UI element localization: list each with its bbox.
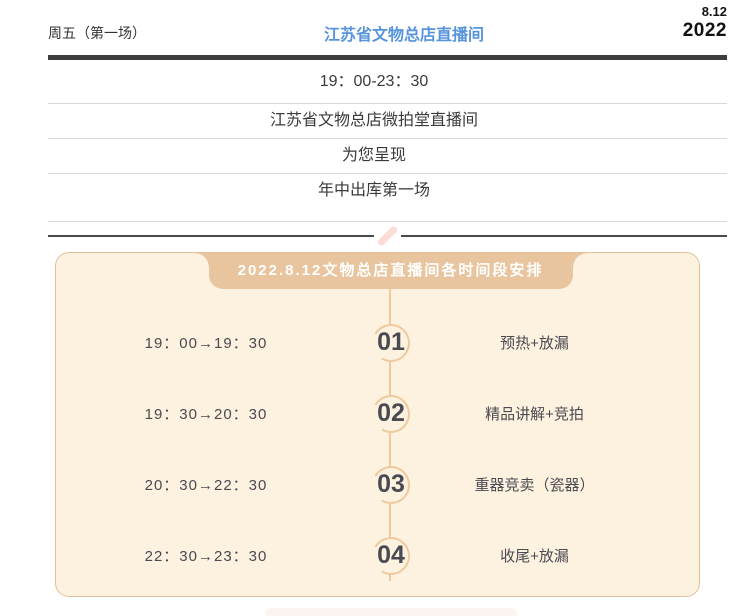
schedule-row: 20：30→22：30 03 重器竞卖（瓷器） <box>56 449 699 520</box>
row-label: 重器竞卖（瓷器） <box>426 474 699 495</box>
row-step: 03 <box>356 470 426 499</box>
date-month-day: 8.12 <box>683 5 727 20</box>
divider-segment-right <box>401 235 727 237</box>
row-time: 19：00→19：30 <box>56 332 356 353</box>
divider-slash-icon <box>377 225 399 247</box>
divider <box>48 221 727 222</box>
row-step: 01 <box>356 328 426 357</box>
intro-time-range: 19：00-23：30 <box>0 60 748 103</box>
row-time: 20：30→22：30 <box>56 474 356 495</box>
next-section-peek <box>265 608 517 616</box>
schedule-row: 22：30→23：30 04 收尾+放漏 <box>56 520 699 591</box>
slash-divider <box>48 224 727 248</box>
row-time: 22：30→23：30 <box>56 545 356 566</box>
header: 周五（第一场） 江苏省文物总店直播间 8.12 2022 <box>0 0 748 55</box>
row-index: 04 <box>377 541 405 570</box>
schedule-row: 19：30→20：30 02 精品讲解+竞拍 <box>56 378 699 449</box>
row-label: 精品讲解+竞拍 <box>426 403 699 424</box>
row-step: 02 <box>356 399 426 428</box>
schedule-card: 2022.8.12文物总店直播间各时间段安排 19：00→19：30 01 预热… <box>55 252 700 597</box>
date-year: 2022 <box>683 20 727 42</box>
row-step: 04 <box>356 541 426 570</box>
schedule-rows: 19：00→19：30 01 预热+放漏 19：30→20：30 02 精品讲解… <box>56 253 699 596</box>
row-label: 预热+放漏 <box>426 332 699 353</box>
row-label: 收尾+放漏 <box>426 545 699 566</box>
intro-event-name: 年中出库第一场 <box>0 174 748 208</box>
row-time: 19：30→20：30 <box>56 403 356 424</box>
intro-section: 19：00-23：30 江苏省文物总店微拍堂直播间 为您呈现 年中出库第一场 <box>0 60 748 222</box>
intro-room-name: 江苏省文物总店微拍堂直播间 <box>0 104 748 138</box>
intro-presents: 为您呈现 <box>0 139 748 173</box>
row-index: 02 <box>377 399 405 428</box>
schedule-row: 19：00→19：30 01 预热+放漏 <box>56 307 699 378</box>
divider-segment-left <box>48 235 374 237</box>
row-index: 01 <box>377 328 405 357</box>
row-index: 03 <box>377 470 405 499</box>
store-title-link[interactable]: 江苏省文物总店直播间 <box>0 21 748 45</box>
date-block: 8.12 2022 <box>683 5 727 42</box>
announcement-page: 周五（第一场） 江苏省文物总店直播间 8.12 2022 19：00-23：30… <box>0 0 748 616</box>
